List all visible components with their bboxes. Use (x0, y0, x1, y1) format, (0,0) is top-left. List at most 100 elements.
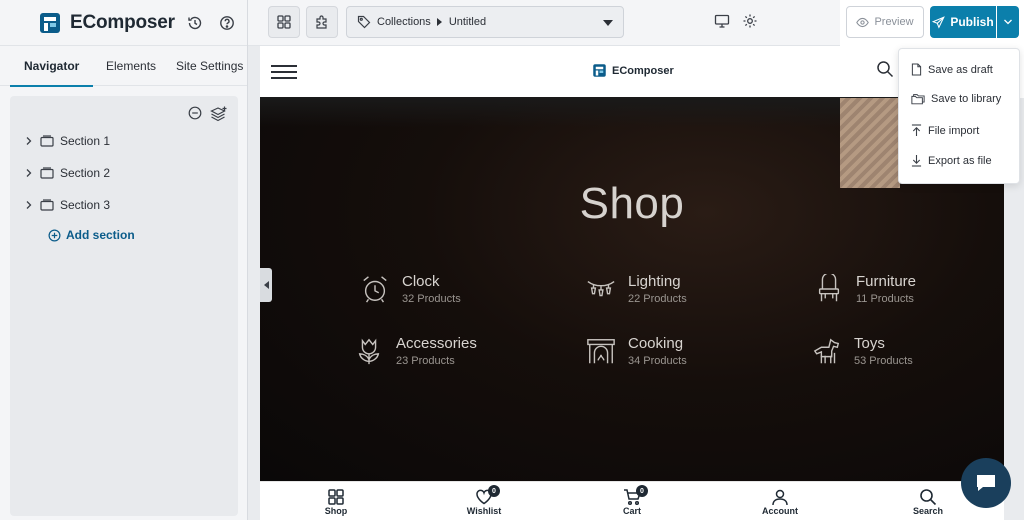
gear-icon[interactable] (742, 13, 758, 29)
extensions-button[interactable] (306, 6, 338, 38)
preview-label: Preview (874, 16, 914, 28)
category-item[interactable]: Clock 32 Products (360, 273, 461, 305)
page-select[interactable]: Collections Untitled (346, 6, 624, 38)
bottom-nav-label: Shop (324, 506, 348, 516)
bottom-nav-shop[interactable]: Shop (306, 488, 366, 516)
category-item[interactable]: Furniture 11 Products (814, 273, 916, 305)
menu-item-label: Save to library (931, 93, 1002, 105)
category-name: Accessories (396, 335, 477, 352)
tag-icon (357, 15, 371, 29)
brand-name: EComposer (70, 11, 175, 33)
preview-button[interactable]: Preview (846, 6, 924, 38)
puzzle-icon (316, 15, 327, 29)
menu-item-file-import[interactable]: File import (911, 124, 979, 137)
add-section-button[interactable]: Add section (48, 228, 135, 242)
send-icon (932, 15, 946, 29)
apps-button[interactable] (268, 6, 300, 38)
category-name: Toys (854, 335, 885, 352)
site-search-icon[interactable] (876, 60, 894, 83)
caret-right-icon (436, 18, 442, 26)
menu-item-save-library[interactable]: Save to library (911, 93, 1001, 105)
user-icon (772, 489, 788, 506)
add-section-label: Add section (66, 228, 135, 242)
publish-button[interactable]: Publish (930, 6, 996, 38)
navigator-section[interactable]: Section 1 (24, 134, 110, 148)
chevron-right-icon[interactable] (24, 200, 34, 210)
chat-icon (977, 475, 995, 491)
publish-options-button[interactable] (997, 6, 1019, 38)
collapse-panel-button[interactable] (260, 268, 272, 302)
category-count: 11 Products (856, 293, 914, 305)
ecomposer-logo-icon (593, 64, 606, 77)
category-item[interactable]: Cooking 34 Products (586, 335, 687, 367)
menu-item-label: Export as file (928, 154, 992, 167)
collapse-all-icon[interactable] (188, 106, 202, 127)
category-count: 32 Products (402, 293, 461, 305)
category-item[interactable]: Lighting 22 Products (586, 273, 687, 305)
file-icon (911, 63, 922, 76)
navigator-tools (188, 106, 228, 127)
category-item[interactable]: Accessories 23 Products (354, 335, 477, 367)
breadcrumb-root: Collections (377, 16, 431, 28)
folders-icon (911, 94, 925, 105)
tab-navigator[interactable]: Navigator (9, 46, 94, 87)
bottom-nav-label: Cart (622, 506, 641, 516)
section-label: Section 2 (60, 166, 111, 180)
search-icon (920, 489, 937, 506)
chevron-down-icon (1004, 19, 1012, 25)
category-count: 23 Products (396, 355, 455, 367)
history-icon[interactable] (185, 13, 205, 33)
tulip-icon (358, 338, 380, 365)
horse-icon (813, 338, 840, 364)
upload-icon (911, 124, 922, 136)
publish-dropdown-menu: Save as draft Save to library File impor… (898, 48, 1020, 184)
help-icon[interactable] (217, 13, 237, 33)
category-count: 34 Products (628, 355, 687, 367)
tab-site-settings[interactable]: Site Settings (176, 46, 243, 86)
bottom-nav-search[interactable]: Search (898, 488, 958, 516)
chair-icon (818, 274, 840, 302)
chevron-down-icon (603, 20, 613, 26)
site-header: EComposer (260, 46, 1004, 96)
navigator-section[interactable]: Section 2 (24, 166, 110, 180)
panel-tabs: Navigator Elements Site Settings (0, 46, 247, 87)
section-icon (40, 167, 54, 179)
download-icon (911, 155, 922, 167)
chevron-right-icon[interactable] (24, 168, 34, 178)
category-count: 22 Products (628, 293, 687, 305)
bottom-nav-account[interactable]: Account (750, 488, 810, 516)
category-count: 53 Products (854, 355, 913, 367)
bottom-nav-label: Search (912, 506, 944, 516)
wishlist-badge: 0 (488, 485, 500, 497)
brand-tools (185, 0, 247, 46)
navigator-section[interactable]: Section 3 (24, 198, 110, 212)
chevron-right-icon[interactable] (24, 136, 34, 146)
breadcrumb-page: Untitled (448, 16, 487, 28)
navigator-tree: Section 1 Section 2 Section 3 Add sectio… (10, 96, 238, 516)
left-panel: EComposer Navigator Elements Site Settin… (0, 0, 248, 520)
section-icon (40, 135, 54, 147)
menu-item-save-draft[interactable]: Save as draft (911, 63, 993, 76)
chat-launcher-button[interactable] (961, 458, 1011, 508)
eye-icon (856, 17, 870, 27)
tab-elements[interactable]: Elements (106, 46, 156, 86)
grid-icon (328, 489, 344, 505)
string-lights-icon (587, 280, 615, 297)
menu-item-export-file[interactable]: Export as file (911, 154, 992, 167)
mobile-bottom-nav: Shop 0 Wishlist 0 Cart Account Search (260, 481, 1004, 520)
caret-left-icon (264, 281, 269, 289)
bottom-nav-label: Account (762, 506, 798, 516)
hamburger-menu-icon[interactable] (271, 65, 297, 83)
section-label: Section 3 (60, 198, 111, 212)
category-name: Cooking (628, 335, 684, 352)
desktop-icon[interactable] (714, 13, 730, 29)
device-tools (714, 13, 758, 29)
site-logo[interactable]: EComposer (592, 63, 674, 78)
alarm-clock-icon (363, 276, 387, 303)
category-item[interactable]: Toys 53 Products (812, 335, 913, 367)
cart-badge: 0 (636, 485, 648, 497)
bottom-nav-cart[interactable]: 0 Cart (602, 485, 662, 516)
bottom-nav-wishlist[interactable]: 0 Wishlist (454, 485, 514, 516)
layers-add-icon[interactable] (210, 106, 228, 127)
menu-item-label: Save as draft (928, 63, 993, 76)
